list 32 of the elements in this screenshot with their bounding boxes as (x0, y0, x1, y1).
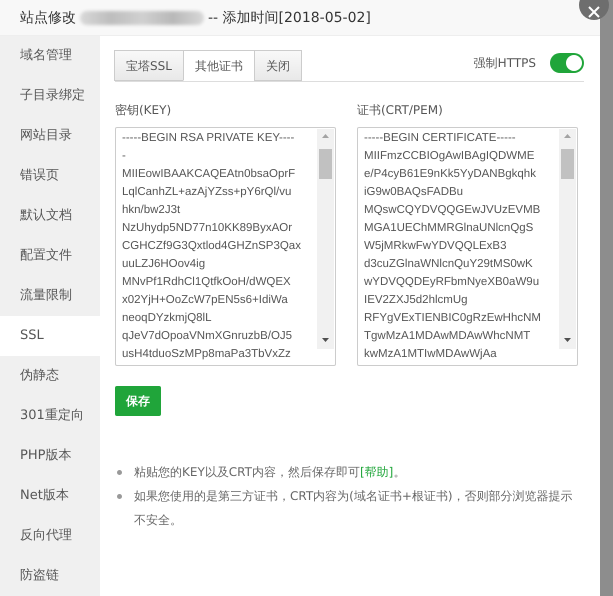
close-icon (588, 6, 600, 18)
sidebar-item[interactable]: PHP版本 (0, 436, 100, 476)
sidebar-item[interactable]: 网站目录 (0, 116, 100, 156)
field-label: 密钥(KEY) (115, 102, 172, 119)
window-title: -- 添加时间[2018-05-02] (208, 8, 371, 26)
sidebar-item[interactable]: 子目录绑定 (0, 76, 100, 116)
toggle-switch[interactable] (550, 53, 584, 73)
sidebar-item[interactable]: 伪静态 (0, 356, 100, 396)
text-area[interactable]: -----BEGIN CERTIFICATE----- MIIFmzCCBIOgAwIBAgIQDWME e/P4cyB61E9nKk5YyDANBgkqhk iG9w0BAQsFADBu MQswCQYDVQQGEwJVUzEVMB MGA1UEChMMRGlnaUNlcnQgS W5jMRkwFwYDVQQLExB3 d3cuZGlnaWNlcnQuY29tMS0wK wYDVQQDEyRFbmNyeXB0aW9u IEV2ZXJ5d2hlcmUg RFYgVExTIENBIC0gRzEwHhcNM TgwMzA1MDAwMDAwWhcNMT kwMzA1MTIwMDAwWjAa (357, 127, 578, 366)
bullet-icon (117, 494, 122, 499)
note-text: 粘贴您的KEY以及CRT内容，然后保存即可[帮助]。 (134, 464, 406, 481)
window-title: 站点修改 (20, 8, 76, 26)
note-text: 如果您使用的是第三方证书，CRT内容为(域名证书+根证书)，否则部分浏览器提示不安全。 (134, 488, 574, 529)
bullet-icon (117, 470, 122, 475)
sidebar-item[interactable]: 配置文件 (0, 236, 100, 276)
text-area[interactable]: -----BEGIN RSA PRIVATE KEY---- - MIIEowIBAAKCAQEAtn0bsaOprF LqlCanhZL+azAjYZss+pY6rQl/vu hkn/bw2J3t NzUhydp5ND77n10KK89ByxAOr CGHCZf9G3Qxtlod4GHZnSP3Qax uuLZJ6HOov4ig MNvPf1RdhCl1QtfkOoH/dWQEX x02YjH+OoZcW7pEN5s6+IdiWa neoqDYzkmjQ8lL qJeV7dOpoaVNmXGnruzbB/OJ5 usH4tduoSzMPp8maPa3TbVxZz (115, 127, 336, 366)
sidebar-item[interactable]: SSL (0, 316, 100, 356)
tab[interactable]: 宝塔SSL (114, 50, 184, 81)
switch-label: 强制HTTPS (474, 54, 536, 72)
sidebar-item[interactable]: 错误页 (0, 156, 100, 196)
field-label: 证书(CRT/PEM) (357, 102, 444, 119)
sidebar-item[interactable]: 301重定向 (0, 396, 100, 436)
sidebar-item[interactable]: Net版本 (0, 476, 100, 516)
scrollbar-icon[interactable] (317, 129, 334, 349)
sidebar-item[interactable]: 反向代理 (0, 516, 100, 556)
tab[interactable]: 关闭 (254, 50, 302, 81)
sidebar-item[interactable]: 流量限制 (0, 276, 100, 316)
sidebar-item[interactable]: 默认文档 (0, 196, 100, 236)
sidebar-item[interactable]: 域名管理 (0, 36, 100, 76)
sidebar-item[interactable]: 防盗链 (0, 556, 100, 596)
scrollbar-icon[interactable] (559, 129, 576, 349)
tab[interactable]: 其他证书 (182, 50, 255, 81)
